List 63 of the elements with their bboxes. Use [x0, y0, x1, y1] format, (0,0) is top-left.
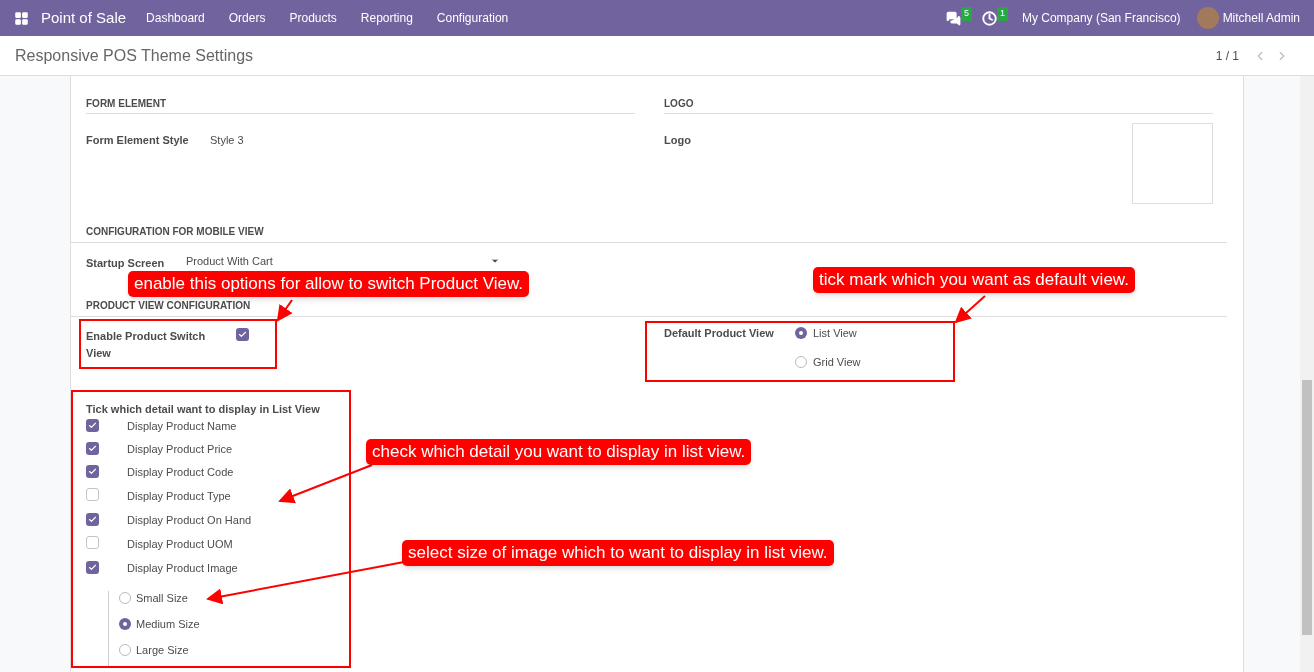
check-icon: [88, 421, 97, 430]
checkbox[interactable]: [86, 465, 99, 478]
checkbox-label[interactable]: Display Product Type: [127, 489, 231, 503]
checkbox[interactable]: [236, 327, 249, 341]
annotation-arrow: [954, 295, 986, 324]
company-switcher[interactable]: My Company (San Francisco): [1021, 9, 1181, 27]
count-badge: 1: [996, 7, 1008, 21]
radio-button[interactable]: [795, 326, 807, 339]
checkbox-label[interactable]: Display Product Image: [127, 561, 238, 575]
app-name[interactable]: Point of Sale: [41, 6, 127, 30]
checkbox[interactable]: [86, 561, 99, 574]
checkbox[interactable]: [86, 536, 99, 549]
checkbox-label[interactable]: Display Product On Hand: [127, 513, 252, 527]
checkbox-label[interactable]: Display Product Code: [127, 465, 234, 479]
field-label: Logo: [664, 133, 691, 148]
annotation-callout: check which detail you want to display in list view.: [366, 439, 752, 465]
check-icon: [88, 515, 97, 524]
checkbox[interactable]: [86, 442, 99, 455]
check-icon: [88, 563, 97, 572]
checkbox-label[interactable]: Display Product UOM: [127, 537, 233, 551]
checkbox[interactable]: [86, 513, 99, 526]
user-menu[interactable]: Mitchell Admin: [1222, 9, 1300, 27]
annotation-callout: enable this options for allow to switch Product View.: [128, 271, 529, 297]
annotation-callout: select size of image which to want to display in list view.: [402, 540, 834, 566]
radio-button[interactable]: [119, 618, 131, 630]
chat-icon[interactable]: [945, 10, 961, 26]
checkbox[interactable]: [86, 419, 99, 432]
check-icon: [238, 329, 247, 339]
field-label: Enable Product Switch View: [86, 328, 207, 361]
annotation-arrow: [276, 299, 293, 322]
radio-button[interactable]: [795, 356, 807, 369]
menu-item[interactable]: Products: [289, 9, 337, 27]
field-value: Style 3: [210, 133, 244, 148]
check-icon: [88, 467, 97, 476]
check-icon: [88, 444, 97, 453]
radio-label[interactable]: Large Size: [136, 643, 189, 657]
scrollbar-thumb[interactable]: [1302, 380, 1312, 635]
menu-item[interactable]: Orders: [228, 9, 266, 27]
clock-icon[interactable]: [981, 10, 997, 26]
menu-item[interactable]: Dashboard: [146, 9, 205, 27]
radio-label[interactable]: Medium Size: [136, 617, 200, 631]
page-title: Responsive POS Theme Settings: [15, 45, 254, 66]
radio-label[interactable]: Small Size: [136, 591, 188, 605]
radio-button[interactable]: [119, 592, 131, 604]
apps-menu-icon[interactable]: [14, 10, 29, 26]
group-label: Tick which detail want to display in List View: [86, 401, 320, 417]
menu-item[interactable]: Configuration: [436, 9, 509, 27]
annotation-callout: tick mark which you want as default view.: [813, 267, 1135, 293]
radio-button[interactable]: [119, 644, 131, 656]
radio-label[interactable]: List View: [813, 324, 857, 341]
field-label: Form Element Style: [86, 133, 190, 148]
checkbox-label[interactable]: Display Product Name: [127, 419, 237, 433]
section-heading: CONFIGURATION FOR MOBILE VIEW: [71, 224, 1227, 243]
field-label: Startup Screen: [86, 255, 166, 271]
checkbox-label[interactable]: Display Product Price: [127, 442, 233, 456]
menu-item[interactable]: Reporting: [360, 9, 413, 27]
section-heading: LOGO: [664, 96, 1213, 114]
checkbox[interactable]: [86, 488, 99, 501]
section-heading: FORM ELEMENT: [86, 96, 635, 114]
count-badge: 5: [960, 7, 972, 21]
radio-label[interactable]: Grid View: [813, 354, 861, 371]
pager: 1 / 1: [1215, 47, 1239, 65]
field-label: Default Product View: [664, 325, 775, 341]
